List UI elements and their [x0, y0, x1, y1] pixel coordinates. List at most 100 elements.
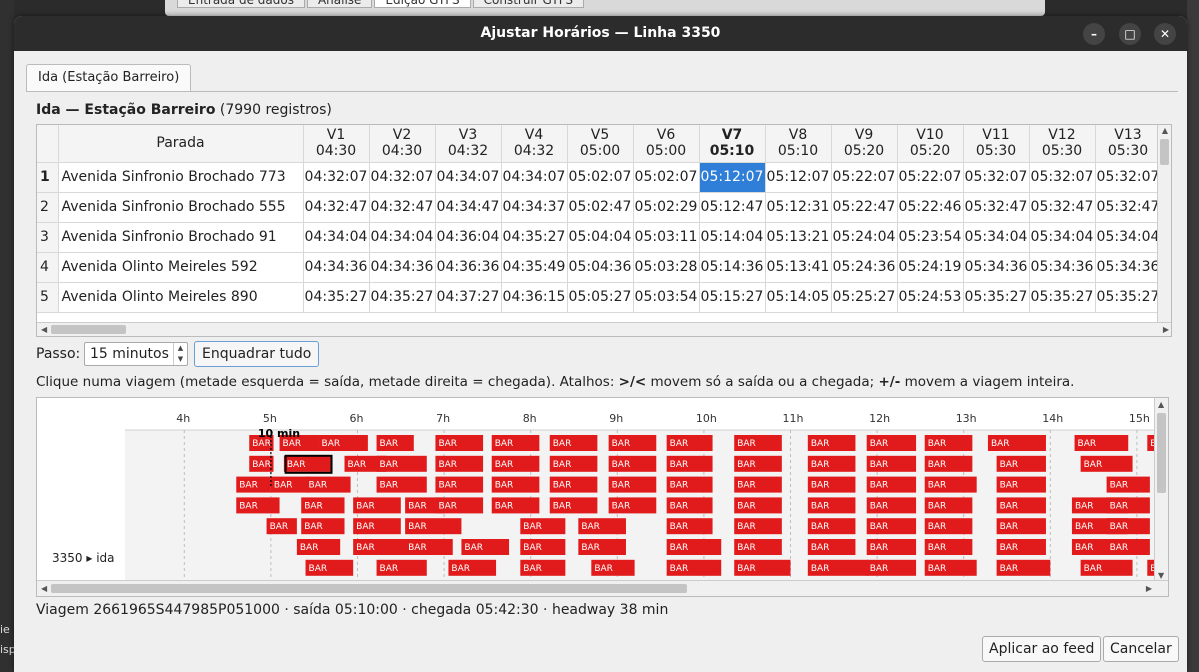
- time-cell[interactable]: 05:32:07: [1095, 162, 1162, 193]
- time-cell[interactable]: 04:34:07: [435, 162, 502, 193]
- table-row[interactable]: 1 Avenida Sinfronio Brochado 773 04:32:07 0…: [37, 162, 1162, 193]
- trip-column-header[interactable]: V8 05:10: [765, 125, 832, 163]
- time-cell[interactable]: 04:36:15: [501, 282, 568, 313]
- maximize-button[interactable]: □: [1119, 23, 1141, 45]
- time-cell[interactable]: 05:02:07: [567, 162, 634, 193]
- timeline-vertical-scrollbar[interactable]: ▲ ▼: [1154, 398, 1168, 582]
- time-cell[interactable]: 05:35:27: [1029, 282, 1096, 313]
- time-cell[interactable]: 05:35:27: [963, 282, 1030, 313]
- time-cell[interactable]: 05:22:07: [897, 162, 964, 193]
- trip-timeline[interactable]: 4h 5h 6h 7h 8h 9h 10h 11h 12h 13h 14h 15h BAR BAR BAR B…: [36, 397, 1169, 597]
- time-cell[interactable]: 05:04:36: [567, 252, 634, 283]
- time-cell[interactable]: 05:22:46: [897, 192, 964, 223]
- trip-column-header[interactable]: V7 05:10: [699, 125, 766, 163]
- time-cell[interactable]: 05:22:07: [831, 162, 898, 193]
- scroll-thumb[interactable]: [51, 584, 687, 593]
- scroll-left-icon[interactable]: ◀: [41, 584, 47, 593]
- fit-all-button[interactable]: Enquadrar tudo: [194, 341, 320, 367]
- time-cell[interactable]: 05:32:47: [1095, 192, 1162, 223]
- table-row[interactable]: 4 Avenida Olinto Meireles 592 04:34:36 04:3…: [37, 252, 1162, 283]
- time-cell[interactable]: 05:22:47: [831, 192, 898, 223]
- timeline-horizontal-scrollbar[interactable]: ◀ ▶: [37, 580, 1168, 596]
- apply-to-feed-button[interactable]: Aplicar ao feed: [982, 636, 1102, 662]
- time-cell[interactable]: 04:32:47: [303, 192, 370, 223]
- time-cell[interactable]: 04:35:27: [501, 222, 568, 253]
- scroll-left-icon[interactable]: ◀: [41, 323, 47, 336]
- time-cell[interactable]: 05:24:19: [897, 252, 964, 283]
- time-cell[interactable]: 05:03:28: [633, 252, 700, 283]
- time-cell[interactable]: 05:32:07: [963, 162, 1030, 193]
- time-cell[interactable]: 05:34:04: [1095, 222, 1162, 253]
- time-cell[interactable]: 05:13:41: [765, 252, 832, 283]
- time-cell[interactable]: 05:14:36: [699, 252, 766, 283]
- time-cell[interactable]: 05:14:05: [765, 282, 832, 313]
- time-cell[interactable]: 04:36:04: [435, 222, 502, 253]
- trip-column-header[interactable]: V9 05:20: [831, 125, 898, 163]
- time-cell[interactable]: 05:12:47: [699, 192, 766, 223]
- table-row[interactable]: 2 Avenida Sinfronio Brochado 555 04:32:47 0…: [37, 192, 1162, 223]
- trip-column-header[interactable]: V1 04:30: [303, 125, 370, 163]
- trip-column-header[interactable]: V13 05:30: [1095, 125, 1162, 163]
- table-vertical-scrollbar[interactable]: ▲: [1157, 125, 1171, 322]
- time-cell[interactable]: 04:36:36: [435, 252, 502, 283]
- time-cell[interactable]: 05:34:36: [1095, 252, 1162, 283]
- scroll-thumb[interactable]: [51, 325, 126, 334]
- time-cell[interactable]: 05:34:36: [963, 252, 1030, 283]
- time-cell[interactable]: 05:25:27: [831, 282, 898, 313]
- time-cell[interactable]: 05:02:07: [633, 162, 700, 193]
- time-cell[interactable]: 05:12:07: [699, 162, 766, 193]
- time-cell[interactable]: 04:32:47: [369, 192, 436, 223]
- spin-arrows-icon[interactable]: ▲ ▼: [173, 343, 187, 365]
- time-cell[interactable]: 05:15:27: [699, 282, 766, 313]
- time-cell[interactable]: 04:35:27: [369, 282, 436, 313]
- trip-column-header[interactable]: V11 05:30: [963, 125, 1030, 163]
- time-cell[interactable]: 05:03:54: [633, 282, 700, 313]
- time-cell[interactable]: 04:34:07: [501, 162, 568, 193]
- trip-column-header[interactable]: V3 04:32: [435, 125, 502, 163]
- time-cell[interactable]: 05:03:11: [633, 222, 700, 253]
- trip-column-header[interactable]: V2 04:30: [369, 125, 436, 163]
- scroll-up-icon[interactable]: ▲: [1158, 400, 1164, 409]
- trip-column-header[interactable]: V12 05:30: [1029, 125, 1096, 163]
- time-cell[interactable]: 05:02:47: [567, 192, 634, 223]
- time-cell[interactable]: 04:34:37: [501, 192, 568, 223]
- time-cell[interactable]: 05:04:04: [567, 222, 634, 253]
- scroll-thumb[interactable]: [1160, 139, 1169, 165]
- time-cell[interactable]: 04:32:07: [303, 162, 370, 193]
- time-cell[interactable]: 05:34:04: [1029, 222, 1096, 253]
- scroll-right-icon[interactable]: ▶: [1163, 323, 1169, 336]
- table-horizontal-scrollbar[interactable]: ◀ ▶: [37, 322, 1171, 336]
- scroll-thumb[interactable]: [1157, 413, 1166, 493]
- time-cell[interactable]: 05:24:36: [831, 252, 898, 283]
- time-cell[interactable]: 04:34:36: [369, 252, 436, 283]
- time-cell[interactable]: 04:35:49: [501, 252, 568, 283]
- time-cell[interactable]: 05:34:04: [963, 222, 1030, 253]
- time-cell[interactable]: 05:14:04: [699, 222, 766, 253]
- timeline-canvas[interactable]: 4h 5h 6h 7h 8h 9h 10h 11h 12h 13h 14h 15h BAR BAR BAR B…: [37, 398, 1155, 582]
- trip-column-header[interactable]: V4 04:32: [501, 125, 568, 163]
- time-cell[interactable]: 05:24:53: [897, 282, 964, 313]
- time-cell[interactable]: 04:34:04: [369, 222, 436, 253]
- time-cell[interactable]: 05:13:21: [765, 222, 832, 253]
- step-spinbox[interactable]: 15 minutos ▲ ▼: [84, 342, 188, 366]
- tab-ida[interactable]: Ida (Estação Barreiro): [26, 64, 192, 92]
- time-cell[interactable]: 04:35:27: [303, 282, 370, 313]
- trip-column-header[interactable]: V6 05:00: [633, 125, 700, 163]
- time-cell[interactable]: 04:34:47: [435, 192, 502, 223]
- title-bar[interactable]: Ajustar Horários — Linha 3350 – □ ✕: [14, 16, 1187, 51]
- close-button[interactable]: ✕: [1154, 23, 1176, 45]
- minimize-button[interactable]: –: [1083, 23, 1105, 45]
- time-cell[interactable]: 05:12:31: [765, 192, 832, 223]
- time-cell[interactable]: 05:35:27: [1095, 282, 1162, 313]
- table-row[interactable]: 5 Avenida Olinto Meireles 890 04:35:27 04:3…: [37, 282, 1162, 313]
- trip-column-header[interactable]: V10 05:20: [897, 125, 964, 163]
- time-cell[interactable]: 05:24:04: [831, 222, 898, 253]
- table-row[interactable]: 3 Avenida Sinfronio Brochado 91 04:34:04 04…: [37, 222, 1162, 253]
- time-cell[interactable]: 05:32:07: [1029, 162, 1096, 193]
- scroll-down-icon[interactable]: ▼: [1158, 571, 1164, 580]
- scroll-right-icon[interactable]: ▶: [1146, 584, 1152, 593]
- time-cell[interactable]: 05:12:07: [765, 162, 832, 193]
- cancel-button[interactable]: Cancelar: [1103, 636, 1179, 662]
- time-cell[interactable]: 04:32:07: [369, 162, 436, 193]
- time-cell[interactable]: 05:23:54: [897, 222, 964, 253]
